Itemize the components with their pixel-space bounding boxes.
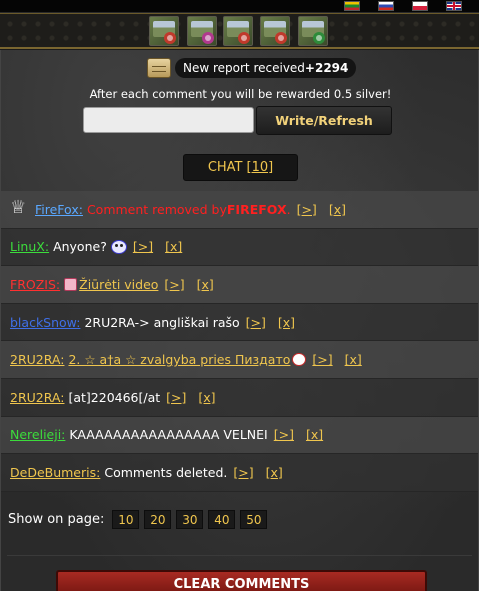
page-size-option[interactable]: 30 bbox=[176, 510, 204, 529]
reply-link[interactable]: [>] bbox=[164, 277, 184, 292]
delete-link[interactable]: [x] bbox=[266, 465, 283, 480]
game-icon-4[interactable] bbox=[260, 16, 290, 46]
bug-icon bbox=[164, 32, 176, 44]
game-icon-3[interactable] bbox=[223, 16, 253, 46]
message-author[interactable]: 2RU2RA: bbox=[10, 390, 64, 405]
chat-message: LinuX: Anyone? [>] [x] bbox=[1, 228, 478, 267]
video-icon bbox=[64, 277, 78, 291]
message-text[interactable]: 2. ☆ a†a ☆ zvalgyba pries Пиздато bbox=[68, 352, 290, 367]
report-label: New report received bbox=[183, 61, 305, 75]
english-flag-icon[interactable] bbox=[446, 1, 462, 11]
reply-link[interactable]: [>] bbox=[312, 352, 332, 367]
reply-link[interactable]: [>] bbox=[274, 427, 294, 442]
chat-label: CHAT bbox=[207, 160, 243, 175]
game-icons-bar bbox=[0, 13, 479, 49]
page-size-option[interactable]: 20 bbox=[144, 510, 172, 529]
message-text: [at]220466[/at bbox=[68, 389, 161, 405]
message-author[interactable]: 2RU2RA: bbox=[10, 352, 64, 367]
pig-emoticon-icon bbox=[292, 353, 307, 367]
chat-header[interactable]: CHAT [10] bbox=[183, 154, 298, 181]
message-author[interactable]: LinuX: bbox=[10, 239, 49, 254]
delete-link[interactable]: [x] bbox=[197, 277, 214, 292]
divider bbox=[7, 555, 472, 556]
game-icon-1[interactable] bbox=[149, 16, 179, 46]
message-list: FireFox:Comment removed by FIREFOX. [>] [x… bbox=[1, 191, 478, 492]
polish-flag-icon[interactable] bbox=[412, 1, 428, 11]
reply-link[interactable]: [>] bbox=[297, 202, 317, 217]
chat-message: Nerelieji: KAAAAAAAAAAAAAAAA VELNEI [>] [x] bbox=[1, 416, 478, 455]
chat-message: 2RU2RA: 2. ☆ a†a ☆ zvalgyba pries Пиздато… bbox=[1, 341, 478, 379]
message-text: Comment removed by bbox=[86, 201, 227, 217]
message-author[interactable]: DeDeBumeris: bbox=[10, 465, 100, 480]
chat-message: DeDeBumeris: Comments deleted. [>] [x] bbox=[1, 454, 478, 492]
delete-link[interactable]: [x] bbox=[345, 352, 362, 367]
chat-panel: New report received+2294 After each comm… bbox=[0, 50, 479, 591]
smiley-icon bbox=[110, 239, 127, 254]
message-author[interactable]: FROZIS: bbox=[10, 277, 60, 292]
bug-icon bbox=[202, 32, 214, 44]
chat-message: blackSnow: 2RU2RA-> angliškai rašo [>] [x] bbox=[1, 303, 478, 342]
clear-comments-button[interactable]: CLEAR COMMENTS bbox=[56, 570, 427, 591]
language-bar bbox=[0, 0, 479, 13]
lithuanian-flag-icon[interactable] bbox=[344, 1, 360, 11]
game-icon-5[interactable] bbox=[298, 16, 328, 46]
delete-link[interactable]: [x] bbox=[198, 390, 215, 405]
chat-message: FROZIS: Žiūrėti video [>] [x] bbox=[1, 266, 478, 304]
message-author[interactable]: blackSnow: bbox=[10, 315, 80, 330]
chat-message: 2RU2RA: [at]220466[/at [>] [x] bbox=[1, 378, 478, 417]
message-author[interactable]: FireFox: bbox=[35, 202, 83, 217]
page-size-selector: Show on page: 10 20 30 40 50 bbox=[8, 510, 272, 529]
reply-link[interactable]: [>] bbox=[166, 390, 186, 405]
message-text-emphasis: FIREFOX bbox=[226, 201, 287, 217]
reply-link[interactable]: [>] bbox=[246, 315, 266, 330]
message-text-end: . bbox=[286, 201, 291, 217]
report-notice[interactable]: New report received+2294 bbox=[147, 57, 357, 79]
chat-count[interactable]: [10] bbox=[247, 160, 274, 175]
delete-link[interactable]: [x] bbox=[278, 315, 295, 330]
report-amount: +2294 bbox=[304, 61, 349, 75]
delete-link[interactable]: [x] bbox=[329, 202, 346, 217]
message-text: 2RU2RA-> angliškai rašo bbox=[84, 314, 240, 330]
write-refresh-button[interactable]: Write/Refresh bbox=[256, 106, 392, 135]
message-text: Comments deleted. bbox=[104, 464, 228, 480]
page-size-option[interactable]: 50 bbox=[240, 510, 268, 529]
report-pill: New report received+2294 bbox=[175, 58, 357, 78]
delete-link[interactable]: [x] bbox=[165, 239, 182, 254]
message-text: KAAAAAAAAAAAAAAAA VELNEI bbox=[69, 427, 268, 443]
chat-message: FireFox:Comment removed by FIREFOX. [>] [x… bbox=[1, 191, 478, 229]
comment-input[interactable] bbox=[83, 107, 254, 133]
page-size-option[interactable]: 10 bbox=[112, 510, 140, 529]
pager-label: Show on page: bbox=[8, 512, 105, 527]
crown-icon bbox=[10, 197, 32, 218]
reward-text: After each comment you will be rewarded … bbox=[89, 87, 392, 101]
scroll-icon bbox=[147, 58, 171, 78]
reply-link[interactable]: [>] bbox=[233, 465, 253, 480]
message-text: Anyone? bbox=[53, 239, 107, 255]
bug-icon bbox=[313, 32, 325, 44]
game-icon-2[interactable] bbox=[187, 16, 217, 46]
delete-link[interactable]: [x] bbox=[306, 427, 323, 442]
message-text[interactable]: Žiūrėti video bbox=[79, 277, 158, 292]
bug-icon bbox=[275, 32, 287, 44]
page-size-option[interactable]: 40 bbox=[208, 510, 236, 529]
bug-icon bbox=[238, 32, 250, 44]
russian-flag-icon[interactable] bbox=[378, 1, 394, 11]
reply-link[interactable]: [>] bbox=[133, 239, 153, 254]
message-author[interactable]: Nerelieji: bbox=[10, 427, 65, 442]
